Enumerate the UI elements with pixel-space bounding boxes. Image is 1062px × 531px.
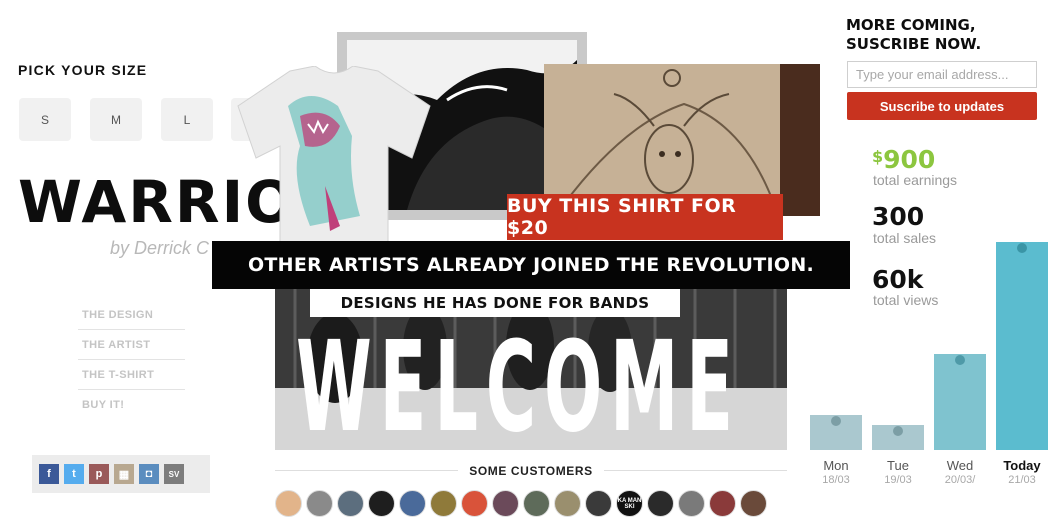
nav-item-the-t-shirt[interactable]: THE T-SHIRT xyxy=(78,365,185,390)
tshirt-image xyxy=(230,65,438,267)
sales-value: 300 xyxy=(872,202,925,231)
size-button-s[interactable]: S xyxy=(19,98,71,141)
chart-date-label: 19/03 xyxy=(884,474,912,486)
chart-date-label: 21/03 xyxy=(1008,474,1036,486)
subscribe-button[interactable]: Suscribe to updates xyxy=(847,92,1037,120)
welcome-headline: WELCOME xyxy=(296,315,741,460)
customer-avatar[interactable] xyxy=(461,490,488,517)
customer-avatar[interactable] xyxy=(492,490,519,517)
views-label: total views xyxy=(873,292,939,308)
chart-date-label: 20/03/ xyxy=(944,474,976,486)
chart-bar xyxy=(934,354,986,450)
chart-point xyxy=(955,355,965,365)
facebook-icon[interactable]: f xyxy=(39,464,59,484)
chart-bar xyxy=(996,242,1048,450)
sv-icon[interactable]: SV xyxy=(164,464,184,484)
earnings-value: $900 xyxy=(872,147,935,172)
subscribe-title-line2: SUSCRIBE NOW. xyxy=(846,35,982,53)
chart-day-label: Today xyxy=(1003,458,1041,473)
email-field[interactable] xyxy=(847,61,1037,88)
customer-avatar[interactable] xyxy=(399,490,426,517)
chart-point xyxy=(831,416,841,426)
nav-item-the-design[interactable]: THE DESIGN xyxy=(78,305,185,330)
pinterest-icon[interactable]: p xyxy=(89,464,109,484)
customer-avatar[interactable] xyxy=(585,490,612,517)
customer-avatar[interactable]: KA MAN SKI xyxy=(616,490,643,517)
customer-avatar[interactable] xyxy=(306,490,333,517)
chart-day-label: Mon xyxy=(823,458,849,473)
customer-avatar[interactable] xyxy=(368,490,395,517)
subscribe-title-line1: MORE COMING, xyxy=(846,16,976,34)
earnings-amount: 900 xyxy=(883,145,936,174)
chart-day-label: Wed xyxy=(946,458,974,473)
customer-avatar[interactable] xyxy=(740,490,767,517)
notification-icon[interactable]: ◘ xyxy=(139,464,159,484)
size-button-l[interactable]: L xyxy=(161,98,213,141)
buy-shirt-button[interactable]: BUY THIS SHIRT FOR $20 xyxy=(507,194,783,240)
earnings-label: total earnings xyxy=(873,172,958,188)
customer-avatar[interactable] xyxy=(678,490,705,517)
size-button-m[interactable]: M xyxy=(90,98,142,141)
chart-point xyxy=(893,426,903,436)
social-share-bar: f t p ▦ ◘ SV xyxy=(32,455,210,493)
customer-avatar[interactable] xyxy=(523,490,550,517)
customer-avatar[interactable] xyxy=(337,490,364,517)
sales-label: total sales xyxy=(873,230,937,246)
nav-item-buy-it[interactable]: BUY IT! xyxy=(78,395,185,419)
views-value: 60k xyxy=(872,265,924,294)
nav-item-the-artist[interactable]: THE ARTIST xyxy=(78,335,185,360)
chart-day-label: Tue xyxy=(887,458,909,473)
pick-size-title: PICK YOUR SIZE xyxy=(18,62,148,78)
customer-avatar[interactable] xyxy=(430,490,457,517)
subscribe-title: MORE COMING, SUSCRIBE NOW. xyxy=(846,16,981,54)
mosaic-icon[interactable]: ▦ xyxy=(114,464,134,484)
customer-avatars: KA MAN SKI xyxy=(275,490,767,517)
customer-avatar[interactable] xyxy=(647,490,674,517)
customers-label: SOME CUSTOMERS xyxy=(458,464,604,478)
artists-banner: OTHER ARTISTS ALREADY JOINED THE REVOLUT… xyxy=(212,241,850,289)
customer-avatar[interactable] xyxy=(709,490,736,517)
chart-point xyxy=(1017,243,1027,253)
customer-avatar[interactable] xyxy=(275,490,302,517)
bands-banner: DESIGNS HE HAS DONE FOR BANDS xyxy=(310,289,680,317)
currency-symbol: $ xyxy=(872,147,884,166)
customer-avatar[interactable] xyxy=(554,490,581,517)
chart-date-label: 18/03 xyxy=(822,474,850,486)
twitter-icon[interactable]: t xyxy=(64,464,84,484)
